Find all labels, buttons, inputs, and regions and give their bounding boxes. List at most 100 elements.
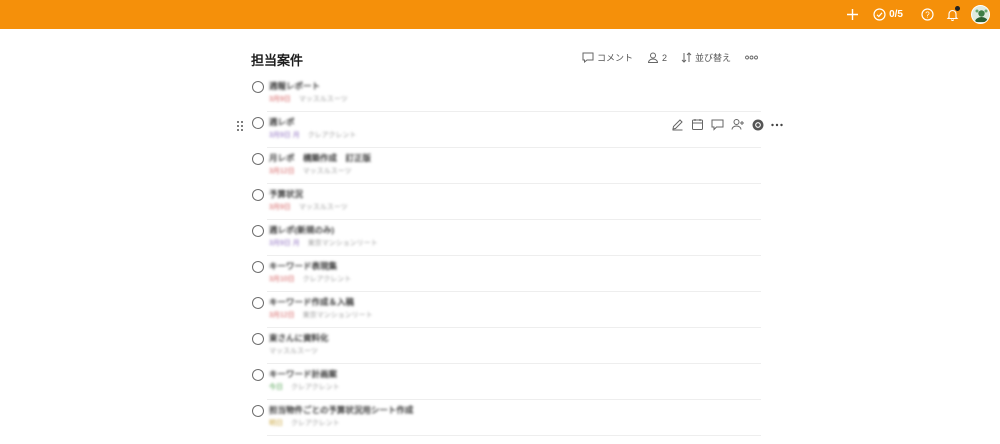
task-row[interactable]: キーワード計画案 今日 クレアクレント — [241, 364, 781, 400]
project-name: クレアクレント — [290, 384, 340, 391]
task-row[interactable]: 週報レポート 3月9日 マッスルスーツ — [241, 76, 781, 112]
task-name[interactable]: キーワード表現集 — [269, 260, 337, 272]
project-name: マッスルスーツ — [298, 204, 348, 211]
task-meta: 今日 クレアクレント — [269, 382, 340, 392]
task-meta: 3月12日 マッスルスーツ — [269, 166, 352, 176]
complete-checkbox[interactable] — [252, 369, 264, 381]
comment-icon — [582, 52, 594, 63]
due-date: 3月12日 — [269, 312, 295, 319]
task-meta: 3月9日 月 クレアクレント — [269, 130, 356, 140]
complete-checkbox[interactable] — [252, 153, 264, 165]
members-count: 2 — [661, 52, 667, 63]
calendar-icon — [692, 119, 703, 130]
complete-checkbox[interactable] — [252, 117, 264, 129]
comment-button[interactable]: コメント — [582, 51, 633, 64]
project-name: マッスルスーツ — [302, 168, 352, 175]
task-name[interactable]: キーワード計画案 — [269, 368, 337, 380]
more-horizontal-icon — [745, 55, 758, 60]
svg-text:?: ? — [925, 10, 930, 19]
task-name[interactable]: 週報レポート — [269, 80, 320, 92]
task-meta: 明日 クレアクレント — [269, 418, 340, 428]
due-date: 明日 — [269, 420, 283, 427]
avatar[interactable] — [971, 5, 990, 24]
more-options-button[interactable] — [745, 55, 761, 60]
due-date: 3月12日 — [269, 168, 295, 175]
task-row[interactable]: 週レポ(新規のみ) 3月9日 月 東京マンションリート — [241, 220, 781, 256]
sort-button[interactable]: 並び替え — [681, 51, 731, 64]
schedule-button[interactable] — [691, 118, 704, 131]
complete-checkbox[interactable] — [252, 81, 264, 93]
task-row[interactable]: 予算状況 3月9日 マッスルスーツ — [241, 184, 781, 220]
notifications-button[interactable] — [946, 0, 960, 29]
task-row[interactable]: 月レポ 構築作成 訂正版 3月12日 マッスルスーツ — [241, 148, 781, 184]
avatar-image — [972, 6, 989, 23]
due-date: 3月9日 — [269, 204, 291, 211]
task-meta: マッスルスーツ — [269, 346, 318, 356]
task-name[interactable]: 月レポ 構築作成 訂正版 — [269, 152, 371, 164]
project-name: クレアクレント — [307, 132, 357, 139]
page-title: 担当案件 — [251, 53, 304, 68]
task-row[interactable]: 週レポ 3月9日 月 クレアクレント — [237, 112, 783, 148]
more-horizontal-icon — [771, 123, 783, 126]
complete-checkbox[interactable] — [252, 261, 264, 273]
task-meta: 3月10日 クレアクレント — [269, 274, 351, 284]
comment-label: コメント — [596, 53, 633, 63]
plus-icon — [847, 9, 859, 20]
task-meta: 3月12日 東京マンションリート — [269, 310, 373, 320]
task-meta: 3月9日 月 東京マンションリート — [269, 238, 378, 248]
task-name[interactable]: 週レポ — [269, 116, 295, 128]
progress-check-icon — [873, 8, 886, 21]
task-meta: 3月9日 マッスルスーツ — [269, 94, 348, 104]
notification-dot — [955, 6, 960, 11]
add-button[interactable] — [846, 0, 859, 29]
header-tools: コメント 2 並び替え — [568, 51, 761, 64]
task-row[interactable]: 担当物件ごとの予算状況用シート作成 明日 クレアクレント — [241, 400, 781, 436]
members-button[interactable]: 2 — [647, 52, 667, 63]
task-panel: 担当案件 コメント 2 並び替え 週報レポート 3月9日 マッスルスーツ 週レポ… — [237, 40, 783, 436]
complete-checkbox[interactable] — [252, 225, 264, 237]
task-meta: 3月9日 マッスルスーツ — [269, 202, 348, 212]
project-name: 東京マンションリート — [307, 240, 378, 247]
drag-handle-icon[interactable] — [236, 120, 244, 132]
due-date: 3月9日 — [269, 96, 291, 103]
complete-checkbox[interactable] — [252, 333, 264, 345]
help-button[interactable]: ? — [921, 0, 934, 29]
priority-button[interactable] — [752, 119, 764, 131]
task-name[interactable]: キーワード作成＆入稿 — [269, 296, 354, 308]
progress-button[interactable]: 0/5 — [873, 0, 903, 29]
progress-label: 0/5 — [889, 9, 903, 20]
due-date: 今日 — [269, 384, 283, 391]
task-row[interactable]: 東さんに資料化 マッスルスーツ — [241, 328, 781, 364]
add-person-icon — [731, 119, 744, 130]
project-name: マッスルスーツ — [269, 348, 318, 355]
task-row[interactable]: キーワード表現集 3月10日 クレアクレント — [241, 256, 781, 292]
complete-checkbox[interactable] — [252, 297, 264, 309]
edit-button[interactable] — [671, 118, 684, 131]
task-more-button[interactable] — [771, 123, 783, 127]
sort-label: 並び替え — [694, 53, 731, 63]
complete-checkbox[interactable] — [252, 405, 264, 417]
task-list: 週報レポート 3月9日 マッスルスーツ 週レポ 3月9日 月 クレアクレント 月… — [237, 76, 783, 436]
help-icon: ? — [921, 8, 934, 21]
task-name[interactable]: 週レポ(新規のみ) — [269, 224, 334, 236]
project-name: マッスルスーツ — [298, 96, 348, 103]
row-divider — [267, 435, 761, 436]
task-name[interactable]: 担当物件ごとの予算状況用シート作成 — [269, 404, 413, 416]
sort-icon — [681, 52, 692, 63]
priority-icon — [752, 119, 764, 130]
complete-checkbox[interactable] — [252, 189, 264, 201]
panel-header: 担当案件 コメント 2 並び替え — [241, 40, 781, 76]
row-actions — [671, 118, 790, 131]
task-name[interactable]: 東さんに資料化 — [269, 332, 329, 344]
due-date: 3月10日 — [269, 276, 295, 283]
due-date: 3月9日 月 — [269, 132, 300, 139]
due-date: 3月9日 月 — [269, 240, 300, 247]
assign-button[interactable] — [731, 118, 745, 131]
pencil-icon — [672, 119, 683, 131]
project-name: クレアクレント — [302, 276, 352, 283]
task-row[interactable]: キーワード作成＆入稿 3月12日 東京マンションリート — [241, 292, 781, 328]
comment-icon — [711, 119, 724, 131]
project-name: 東京マンションリート — [302, 312, 373, 319]
comment-task-button[interactable] — [711, 118, 724, 131]
task-name[interactable]: 予算状況 — [269, 188, 303, 200]
